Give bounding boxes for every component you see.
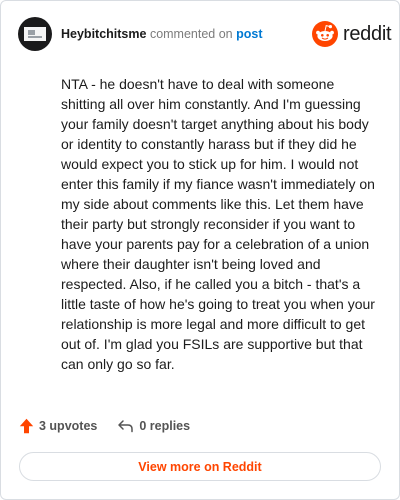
reply-arrow-icon [118,420,134,433]
upvote-arrow-icon [19,418,34,434]
post-link[interactable]: post [236,27,262,41]
replies-button[interactable]: 0 replies [117,419,190,433]
reply-count: 0 replies [139,419,191,433]
comment-author[interactable]: Heybitchitsme [61,27,146,41]
comment-body: NTA - he doesn't have to deal with someo… [61,76,375,372]
view-more-on-reddit-button[interactable]: View more on Reddit [19,452,381,481]
avatar-image [24,27,46,41]
user-avatar[interactable] [18,17,52,51]
reddit-wordmark: reddit [343,22,392,45]
reddit-comment-embed-card: Heybitchitsme commented on post reddit N… [0,0,400,500]
comment-actions: 3 upvotes 0 replies [19,418,190,434]
upvote-button[interactable]: 3 upvotes [19,418,97,434]
reddit-logo[interactable]: reddit [312,21,392,47]
upvote-count: 3 upvotes [39,419,98,433]
comment-action-text: commented on [149,27,233,41]
comment-header: Heybitchitsme commented on post [61,27,263,41]
reddit-snoo-icon [312,21,338,47]
